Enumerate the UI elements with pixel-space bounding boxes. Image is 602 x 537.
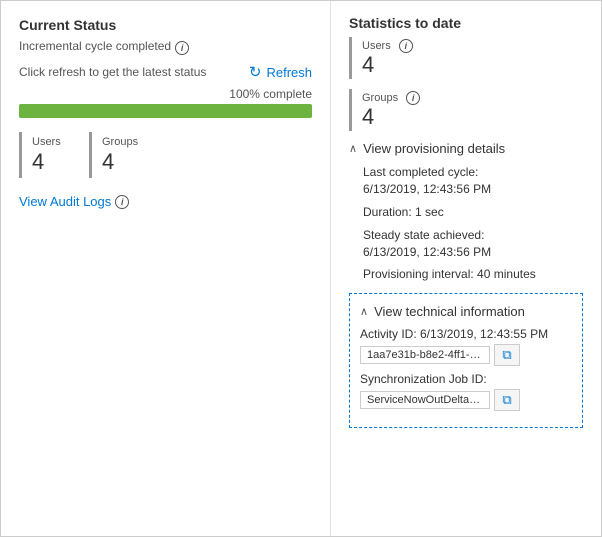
refresh-icon: ↻ <box>249 63 262 81</box>
refresh-label: Refresh <box>266 65 312 80</box>
stats-row: Users 4 Groups 4 <box>19 132 312 178</box>
activity-id-label: Activity ID: 6/13/2019, 12:43:55 PM <box>360 327 548 341</box>
sync-job-copy-button[interactable]: ⧉ <box>494 389 520 411</box>
tech-chevron-icon: ∧ <box>360 305 368 318</box>
current-status-title: Current Status <box>19 17 312 33</box>
users-value: 4 <box>32 150 69 174</box>
duration-label: Duration: 1 sec <box>363 204 583 221</box>
activity-id-copy-button[interactable]: ⧉ <box>494 344 520 366</box>
sync-job-label: Synchronization Job ID: <box>360 372 487 386</box>
last-completed-row: Last completed cycle: 6/13/2019, 12:43:5… <box>363 164 583 198</box>
users-label: Users <box>32 136 69 148</box>
provisioning-header-label: View provisioning details <box>363 141 505 156</box>
activity-id-copy-field: 1aa7e31b-b8e2-4ff1-9... ⧉ <box>360 344 572 366</box>
tech-header-label: View technical information <box>374 304 525 319</box>
provisioning-chevron-icon: ∧ <box>349 142 357 155</box>
last-completed-value: 6/13/2019, 12:43:56 PM <box>363 181 583 198</box>
right-groups-label: Groups <box>362 92 398 104</box>
duration-row: Duration: 1 sec <box>363 204 583 221</box>
audit-logs-info-icon[interactable]: i <box>115 195 129 209</box>
interval-label: Provisioning interval: 40 minutes <box>363 266 583 283</box>
activity-id-input: 1aa7e31b-b8e2-4ff1-9... <box>360 346 490 364</box>
tech-content: Activity ID: 6/13/2019, 12:43:55 PM 1aa7… <box>360 327 572 411</box>
sync-job-copy-field: ServiceNowOutDelta.3... ⧉ <box>360 389 572 411</box>
provisioning-details-section: ∧ View provisioning details Last complet… <box>349 141 583 283</box>
groups-stat-box: Groups 4 <box>89 132 149 178</box>
groups-label: Groups <box>102 136 139 148</box>
refresh-button[interactable]: ↻ Refresh <box>249 63 312 81</box>
right-users-value: 4 <box>362 53 413 77</box>
copy-icon-2: ⧉ <box>502 392 511 408</box>
sync-job-input: ServiceNowOutDelta.3... <box>360 391 490 409</box>
click-refresh-text: Click refresh to get the latest status <box>19 65 206 79</box>
right-groups-value: 4 <box>362 105 420 129</box>
right-groups-item: Groups i 4 <box>349 89 583 131</box>
tech-info-header[interactable]: ∧ View technical information <box>360 304 572 319</box>
incremental-cycle-label: Incremental cycle completed <box>19 39 171 53</box>
right-users-label: Users <box>362 40 391 52</box>
provisioning-details-content: Last completed cycle: 6/13/2019, 12:43:5… <box>349 164 583 283</box>
activity-id-row: Activity ID: 6/13/2019, 12:43:55 PM 1aa7… <box>360 327 572 366</box>
progress-bar-fill <box>19 104 312 118</box>
last-completed-label: Last completed cycle: <box>363 164 583 181</box>
steady-state-row: Steady state achieved: 6/13/2019, 12:43:… <box>363 227 583 261</box>
right-users-info-icon[interactable]: i <box>399 39 413 53</box>
sync-job-row: Synchronization Job ID: ServiceNowOutDel… <box>360 372 572 411</box>
progress-bar <box>19 104 312 118</box>
provisioning-details-header[interactable]: ∧ View provisioning details <box>349 141 583 156</box>
right-groups-info-icon[interactable]: i <box>406 91 420 105</box>
interval-row: Provisioning interval: 40 minutes <box>363 266 583 283</box>
technical-info-section: ∧ View technical information Activity ID… <box>349 293 583 428</box>
left-panel: Current Status Incremental cycle complet… <box>1 1 331 536</box>
steady-state-label: Steady state achieved: <box>363 227 583 244</box>
progress-label: 100% complete <box>19 87 312 101</box>
steady-state-value: 6/13/2019, 12:43:56 PM <box>363 244 583 261</box>
view-audit-logs-link[interactable]: View Audit Logs <box>19 194 111 209</box>
stats-to-date-title: Statistics to date <box>349 15 583 31</box>
right-users-item: Users i 4 <box>349 37 583 79</box>
users-stat-box: Users 4 <box>19 132 79 178</box>
copy-icon-1: ⧉ <box>502 347 511 363</box>
groups-value: 4 <box>102 150 139 174</box>
right-panel: Statistics to date Users i 4 Groups i <box>331 1 601 536</box>
incremental-info-icon[interactable]: i <box>175 41 189 55</box>
right-stats: Users i 4 Groups i 4 <box>349 37 583 131</box>
